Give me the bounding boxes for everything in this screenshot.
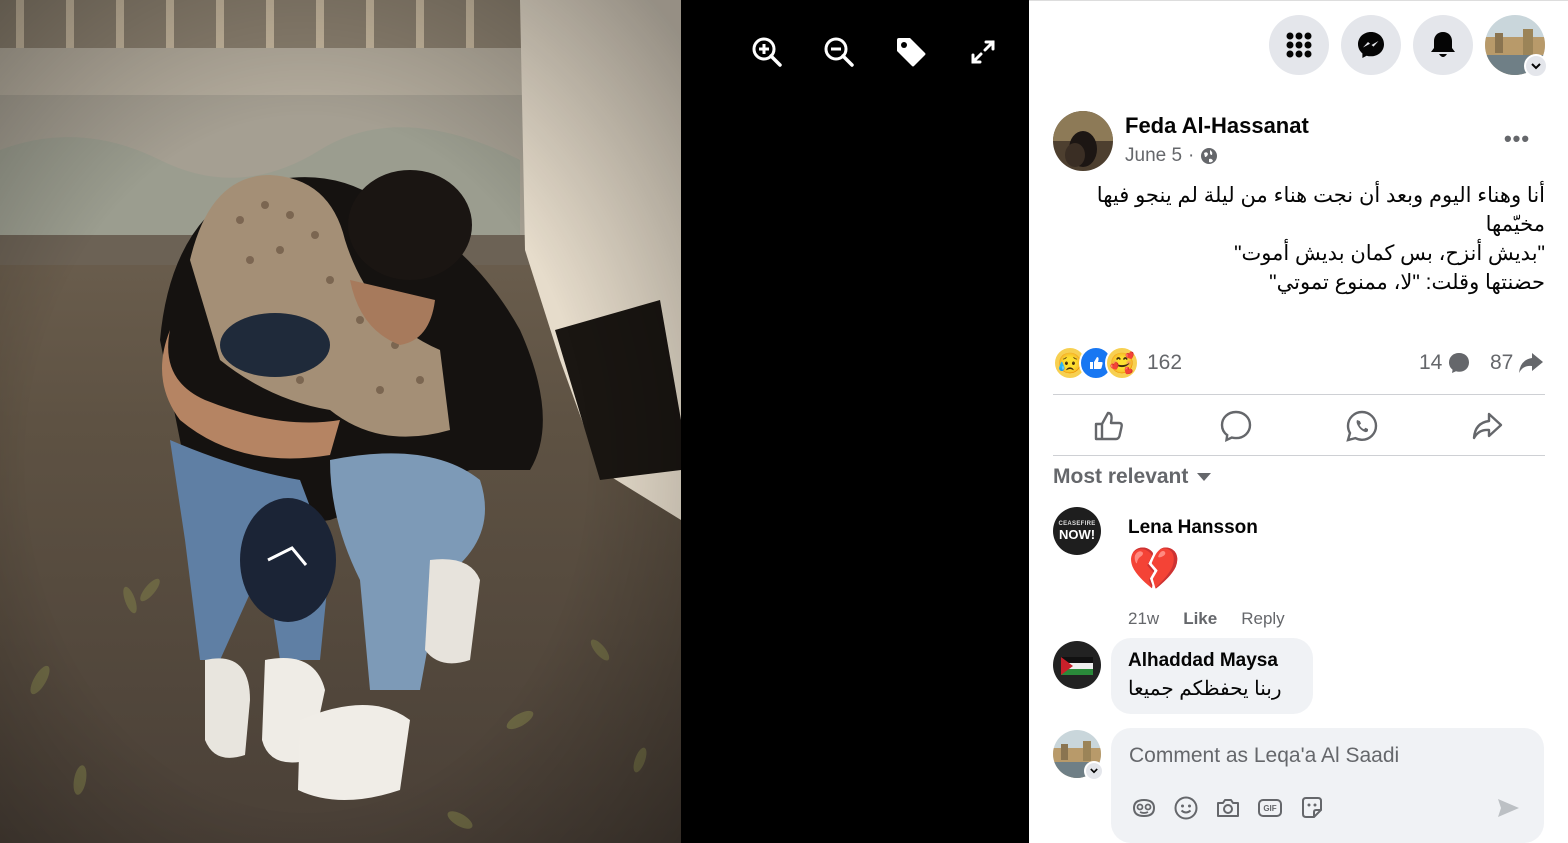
commenter-avatar[interactable] <box>1053 641 1101 689</box>
comment-meta: 21w Like Reply <box>1128 609 1285 629</box>
comment-bubble: Alhaddad Maysa ربنا يحفظكم جميعا <box>1111 638 1313 714</box>
post-date-text[interactable]: June 5 <box>1125 145 1182 167</box>
globe-icon <box>1201 148 1218 164</box>
post-text: أنا وهناء اليوم وبعد أن نجت هناء من ليلة… <box>1059 181 1545 297</box>
care-reaction-icon: 🥰 <box>1105 346 1139 380</box>
thumbs-up-icon <box>1090 357 1103 369</box>
avatar-text: NOW! <box>1058 526 1096 542</box>
send-icon <box>1498 799 1519 817</box>
commenter-photo <box>1053 641 1101 689</box>
post-side-panel: Feda Al-Hassanat June 5 · ••• أنا وهناء … <box>1029 0 1568 843</box>
gif-label: GIF <box>1263 803 1277 813</box>
comment-bubble-icon <box>1449 353 1470 373</box>
comment-input[interactable] <box>1127 738 1531 774</box>
reactions-summary[interactable]: 😥 🥰 162 <box>1053 346 1182 380</box>
photo-viewer-background <box>681 0 1029 843</box>
post-more-options-button[interactable]: ••• <box>1499 121 1535 157</box>
divider <box>1053 394 1545 395</box>
post-text-line: مخيّمها <box>1485 213 1545 236</box>
author-avatar[interactable] <box>1053 111 1113 171</box>
comment-reply-button[interactable]: Reply <box>1241 609 1284 629</box>
emoji-button[interactable] <box>1171 793 1201 823</box>
avatar-sticker-icon <box>1132 798 1156 818</box>
comments-count[interactable]: 14 <box>1419 351 1471 375</box>
comment-sort-dropdown[interactable]: Most relevant <box>1053 465 1212 489</box>
post-author-name[interactable]: Feda Al-Hassanat <box>1125 113 1309 139</box>
send-button[interactable] <box>1493 793 1523 823</box>
author-photo <box>1053 111 1113 171</box>
comment-composer: GIF <box>1111 728 1544 843</box>
share-icon <box>1472 412 1503 440</box>
sticker-button[interactable] <box>1297 793 1327 823</box>
menu-grid-button[interactable] <box>1269 15 1329 75</box>
profile-switch-chevron[interactable] <box>1084 761 1104 781</box>
share-button[interactable] <box>1467 406 1507 446</box>
photo-upload-button[interactable] <box>1213 793 1243 823</box>
camera-icon <box>1217 799 1239 817</box>
comment-button[interactable] <box>1216 406 1256 446</box>
comment-emoji: 💔 <box>1128 545 1181 592</box>
emoji-icon <box>1174 796 1198 820</box>
avatar-sticker-button[interactable] <box>1129 793 1159 823</box>
comments-count-text: 14 <box>1419 351 1443 374</box>
like-icon <box>1094 411 1123 441</box>
reactions-count: 162 <box>1147 351 1183 374</box>
chevron-down-icon <box>1090 768 1098 774</box>
comment-like-button[interactable]: Like <box>1183 609 1217 629</box>
comment-text: ربنا يحفظكم جميعا <box>1128 678 1282 700</box>
menu-grid-icon <box>1286 32 1312 58</box>
sticker-icon <box>1302 797 1322 818</box>
comment-sort-label: Most relevant <box>1053 465 1189 488</box>
account-menu-chevron[interactable] <box>1524 54 1548 78</box>
messenger-icon <box>1358 32 1384 58</box>
whatsapp-share-button[interactable] <box>1342 406 1382 446</box>
like-button[interactable] <box>1089 406 1129 446</box>
messenger-button[interactable] <box>1341 15 1401 75</box>
tag-icon[interactable] <box>893 34 929 70</box>
photo-image <box>0 0 681 843</box>
zoom-in-icon[interactable] <box>749 34 785 70</box>
chevron-down-icon <box>1531 62 1541 69</box>
account-avatar[interactable] <box>1485 15 1548 78</box>
fullscreen-icon[interactable] <box>965 34 1001 70</box>
comment-author[interactable]: Lena Hansson <box>1128 517 1258 539</box>
commenter-avatar[interactable]: CEASEFIRE NOW! <box>1053 507 1101 555</box>
post-date: June 5 · <box>1125 145 1218 167</box>
divider <box>1053 455 1545 456</box>
shares-count-text: 87 <box>1490 351 1514 374</box>
post-text-line: "بديش أنزح، بس كمان بديش أموت" <box>1234 242 1545 265</box>
notifications-button[interactable] <box>1413 15 1473 75</box>
post-text-line: أنا وهناء اليوم وبعد أن نجت هناء من ليلة… <box>1096 184 1545 207</box>
share-arrow-icon <box>1519 353 1544 373</box>
gif-button[interactable]: GIF <box>1255 793 1285 823</box>
comment-time[interactable]: 21w <box>1128 609 1159 629</box>
comment-author[interactable]: Alhaddad Maysa <box>1128 650 1296 672</box>
post-photo[interactable] <box>0 0 681 843</box>
caret-down-icon <box>1197 473 1212 481</box>
zoom-out-icon[interactable] <box>821 34 857 70</box>
date-separator: · <box>1188 145 1195 166</box>
comment-icon <box>1220 410 1252 443</box>
bell-icon <box>1431 32 1455 57</box>
whatsapp-icon <box>1346 410 1378 442</box>
shares-count[interactable]: 87 <box>1490 351 1544 375</box>
post-text-line: حضنتها وقلت: "لا، ممنوع تموتي" <box>1269 271 1545 294</box>
current-user-avatar[interactable] <box>1053 730 1104 781</box>
